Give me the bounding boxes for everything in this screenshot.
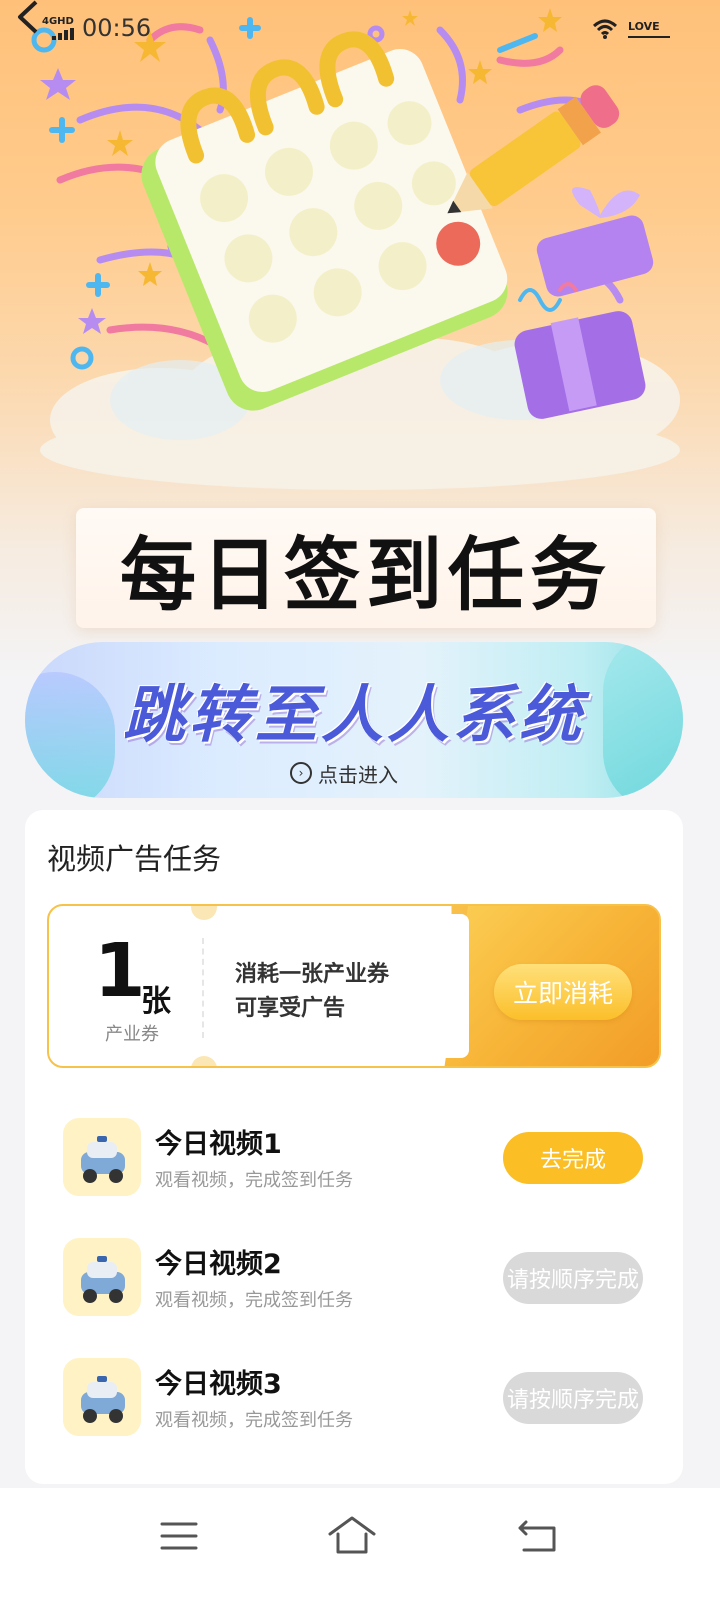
coupon-unit: 张 xyxy=(141,984,171,1019)
car-icon xyxy=(63,1238,141,1316)
coupon-card: 1 张 产业券 消耗一张产业券 可享受广告 立即消耗 xyxy=(47,904,661,1068)
task-title: 今日视频2 xyxy=(155,1249,282,1280)
task-title: 今日视频1 xyxy=(155,1129,282,1160)
banner-enter-link[interactable]: › 点击进入 xyxy=(290,760,398,787)
task-description: 观看视频，完成签到任务 xyxy=(155,1410,353,1431)
coupon-count: 1 xyxy=(94,928,146,1014)
coupon-description: 消耗一张产业券 可享受广告 xyxy=(235,958,389,1026)
video-ad-task-card: 视频广告任务 1 张 产业券 消耗一张产业券 可享受广告 立即消耗 今日视频1 … xyxy=(25,810,683,1484)
status-time: 00:56 xyxy=(82,14,152,42)
banner-enter-label: 点击进入 xyxy=(318,762,398,787)
signal-icon xyxy=(52,28,74,40)
task-description: 观看视频，完成签到任务 xyxy=(155,1290,353,1311)
consume-now-button[interactable]: 立即消耗 xyxy=(494,964,632,1020)
task-title: 今日视频3 xyxy=(155,1369,282,1400)
checkin-illustration xyxy=(31,8,680,490)
task-description: 观看视频，完成签到任务 xyxy=(155,1170,353,1191)
wifi-icon xyxy=(592,19,618,39)
coupon-desc-line1: 消耗一张产业券 xyxy=(235,962,390,987)
task-row: 今日视频2 观看视频，完成签到任务 请按顺序完成 xyxy=(47,1232,661,1322)
card-title: 视频广告任务 xyxy=(47,842,222,876)
task-row: 今日视频1 观看视频，完成签到任务 去完成 xyxy=(47,1112,661,1202)
car-icon xyxy=(63,1118,141,1196)
back-nav-icon[interactable] xyxy=(508,1510,568,1560)
battery-icon: LOVE xyxy=(628,18,670,38)
complete-in-order-button[interactable]: 请按顺序完成 xyxy=(503,1252,643,1304)
chevron-right-icon: › xyxy=(290,762,312,784)
network-type: 4GHD xyxy=(42,16,74,27)
back-icon[interactable] xyxy=(14,0,40,34)
status-bar: 4GHD 00:56 LOVE xyxy=(0,0,720,56)
coupon-desc-line2: 可享受广告 xyxy=(235,996,346,1021)
task-row: 今日视频3 观看视频，完成签到任务 请按顺序完成 xyxy=(47,1352,661,1442)
coupon-type: 产业券 xyxy=(105,1024,159,1045)
go-complete-button[interactable]: 去完成 xyxy=(503,1132,643,1184)
page-title-card: 每日签到任务 xyxy=(76,508,656,628)
banner-title: 跳转至人人系统 xyxy=(122,678,585,751)
gift-illustration xyxy=(514,187,654,419)
system-nav-bar xyxy=(0,1488,720,1600)
page-title: 每日签到任务 xyxy=(120,528,612,622)
menu-icon[interactable] xyxy=(150,1510,210,1560)
coupon-divider xyxy=(202,938,204,1038)
complete-in-order-button[interactable]: 请按顺序完成 xyxy=(503,1372,643,1424)
home-icon[interactable] xyxy=(322,1510,382,1560)
car-icon xyxy=(63,1358,141,1436)
hero-banner: 4GHD 00:56 LOVE 每日签到任务 xyxy=(0,0,720,680)
